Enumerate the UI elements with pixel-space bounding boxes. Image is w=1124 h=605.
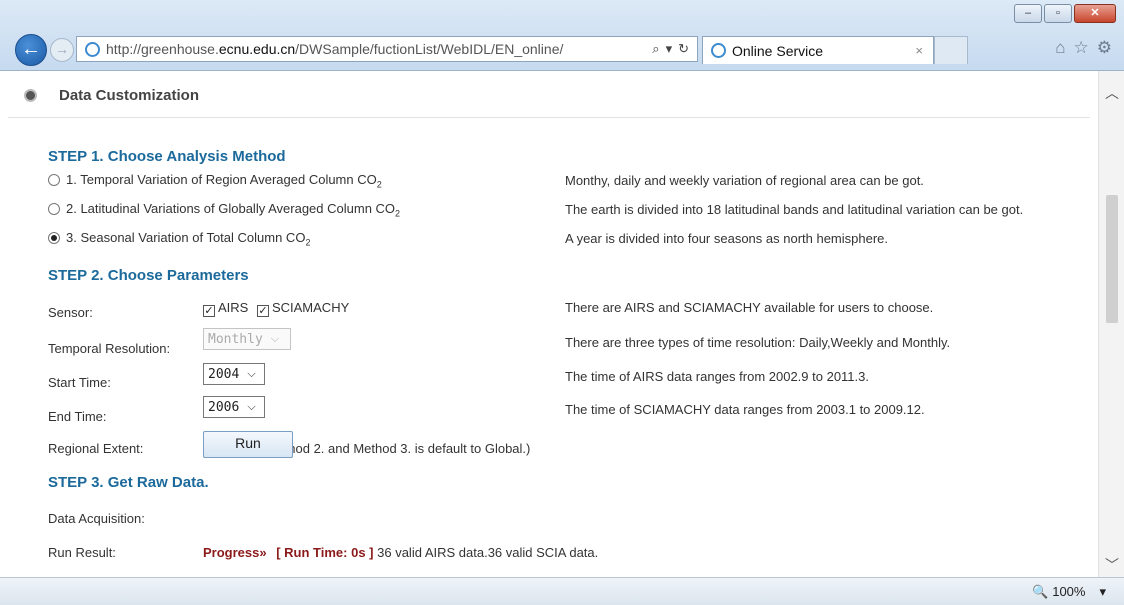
section-header: Data Customization <box>24 87 199 104</box>
step3-title: STEP 3. Get Raw Data. <box>48 474 209 491</box>
zoom-level: 🔍 100% <box>1032 584 1086 599</box>
end-time-select[interactable]: 2006 ⌵ <box>203 396 265 418</box>
scrollbar-thumb[interactable] <box>1106 195 1118 323</box>
scroll-up-icon[interactable]: ︿ <box>1099 83 1124 105</box>
ie-favicon-icon <box>85 41 100 57</box>
tab-title: Online Service <box>732 42 824 59</box>
address-bar-tools: ⌕ ▾ ↻ <box>644 41 697 57</box>
method-2-label: 2. Latitudinal Variations of Globally Av… <box>66 201 396 216</box>
vertical-scrollbar[interactable]: ︿ ﹀ <box>1098 71 1124 577</box>
temporal-resolution-desc: There are three types of time resolution… <box>565 335 951 350</box>
home-icon[interactable]: ⌂ <box>1055 38 1065 58</box>
browser-tab[interactable]: Online Service × <box>702 36 934 64</box>
page-content: Data Customization STEP 1. Choose Analys… <box>0 71 1098 577</box>
method-3-radio[interactable] <box>48 232 60 244</box>
method-3-desc: A year is divided into four seasons as n… <box>565 231 889 246</box>
temporal-resolution-label: Temporal Resolution: <box>48 341 171 356</box>
tab-close-icon[interactable]: × <box>915 43 923 58</box>
address-bar[interactable]: http://greenhouse.ecnu.edu.cn/DWSample/f… <box>76 36 698 62</box>
section-divider <box>8 117 1090 118</box>
forward-button[interactable]: → <box>50 38 74 62</box>
minimize-button[interactable]: – <box>1014 4 1042 23</box>
chevron-down-icon: ⌵ <box>270 332 280 345</box>
method-2-radio[interactable] <box>48 203 60 215</box>
method-1-desc: Monthy, daily and weekly variation of re… <box>565 173 924 188</box>
result-text: 36 valid AIRS data.36 valid SCIA data. <box>377 545 599 560</box>
new-tab-button[interactable] <box>934 36 968 64</box>
chevron-down-icon: ⌵ <box>247 367 256 380</box>
run-result-label: Run Result: <box>48 545 116 560</box>
sensor-checkboxes: ✓ AIRS ✓ SCIAMACHY <box>203 300 349 317</box>
status-bar: 🔍 100% ▾ <box>0 577 1124 605</box>
airs-label: AIRS <box>218 300 249 315</box>
method-3-label: 3. Seasonal Variation of Total Column CO <box>66 230 306 245</box>
end-time-label: End Time: <box>48 409 107 424</box>
end-time-desc: The time of SCIAMACHY data ranges from 2… <box>565 402 925 417</box>
zoom-dropdown-icon[interactable]: ▾ <box>1099 584 1106 600</box>
back-button[interactable]: ← <box>15 34 47 66</box>
start-time-value: 2004 <box>208 366 240 382</box>
section-bullet-icon <box>24 89 37 102</box>
temporal-resolution-value: Monthly <box>208 331 263 347</box>
window-controls: – ▫ ✕ <box>1014 4 1116 23</box>
run-time: [ Run Time: 0s ] <box>276 545 374 560</box>
maximize-button[interactable]: ▫ <box>1044 4 1072 23</box>
method-option-3[interactable]: 3. Seasonal Variation of Total Column CO… <box>48 230 310 248</box>
sensor-label: Sensor: <box>48 305 93 320</box>
run-button[interactable]: Run <box>203 431 293 458</box>
data-acquisition-label: Data Acquisition: <box>48 511 145 526</box>
browser-toolbar-icons: ⌂ ☆ ⚙ <box>1055 38 1112 58</box>
zoom-control[interactable]: 🔍 100% ▾ <box>1032 584 1106 600</box>
method-1-label: 1. Temporal Variation of Region Averaged… <box>66 172 377 187</box>
progress-link[interactable]: Progress» <box>203 545 267 560</box>
step2-title: STEP 2. Choose Parameters <box>48 267 249 284</box>
refresh-icon[interactable]: ↻ <box>678 41 689 57</box>
chevron-down-icon: ⌵ <box>247 400 256 413</box>
method-option-1[interactable]: 1. Temporal Variation of Region Averaged… <box>48 172 382 190</box>
temporal-resolution-select: Monthly ⌵ <box>203 328 291 350</box>
search-icon[interactable]: ⌕ <box>652 41 659 57</box>
method-1-subscript: 2 <box>376 179 382 190</box>
start-time-label: Start Time: <box>48 375 111 390</box>
zoom-icon: 🔍 <box>1032 584 1049 599</box>
step1-title: STEP 1. Choose Analysis Method <box>48 148 286 165</box>
scroll-down-icon[interactable]: ﹀ <box>1099 555 1124 577</box>
start-time-desc: The time of AIRS data ranges from 2002.9… <box>565 369 869 384</box>
browser-title-bar: – ▫ ✕ ← → http://greenhouse.ecnu.edu.cn/… <box>0 0 1124 71</box>
sciamachy-checkbox[interactable]: ✓ <box>256 305 269 317</box>
section-title: Data Customization <box>59 87 200 104</box>
airs-checkbox[interactable]: ✓ <box>203 305 215 317</box>
method-option-2[interactable]: 2. Latitudinal Variations of Globally Av… <box>48 201 400 219</box>
end-time-value: 2006 <box>208 399 240 415</box>
method-2-subscript: 2 <box>395 208 401 219</box>
close-window-button[interactable]: ✕ <box>1074 4 1116 23</box>
favorites-icon[interactable]: ☆ <box>1074 38 1089 58</box>
sciamachy-label: SCIAMACHY <box>271 300 350 315</box>
start-time-select[interactable]: 2004 ⌵ <box>203 363 265 385</box>
method-3-subscript: 2 <box>305 237 311 248</box>
tab-favicon-icon <box>711 43 726 58</box>
method-1-radio[interactable] <box>48 174 60 186</box>
sensor-desc: There are AIRS and SCIAMACHY available f… <box>565 300 934 315</box>
url-text[interactable]: http://greenhouse.ecnu.edu.cn/DWSample/f… <box>106 41 644 57</box>
address-dropdown-icon[interactable]: ▾ <box>666 41 673 57</box>
method-2-desc: The earth is divided into 18 latitudinal… <box>565 202 1024 217</box>
settings-icon[interactable]: ⚙ <box>1097 38 1112 58</box>
run-result: Progress» [ Run Time: 0s ] 36 valid AIRS… <box>203 545 598 560</box>
regional-extent-label: Regional Extent: <box>48 441 144 456</box>
